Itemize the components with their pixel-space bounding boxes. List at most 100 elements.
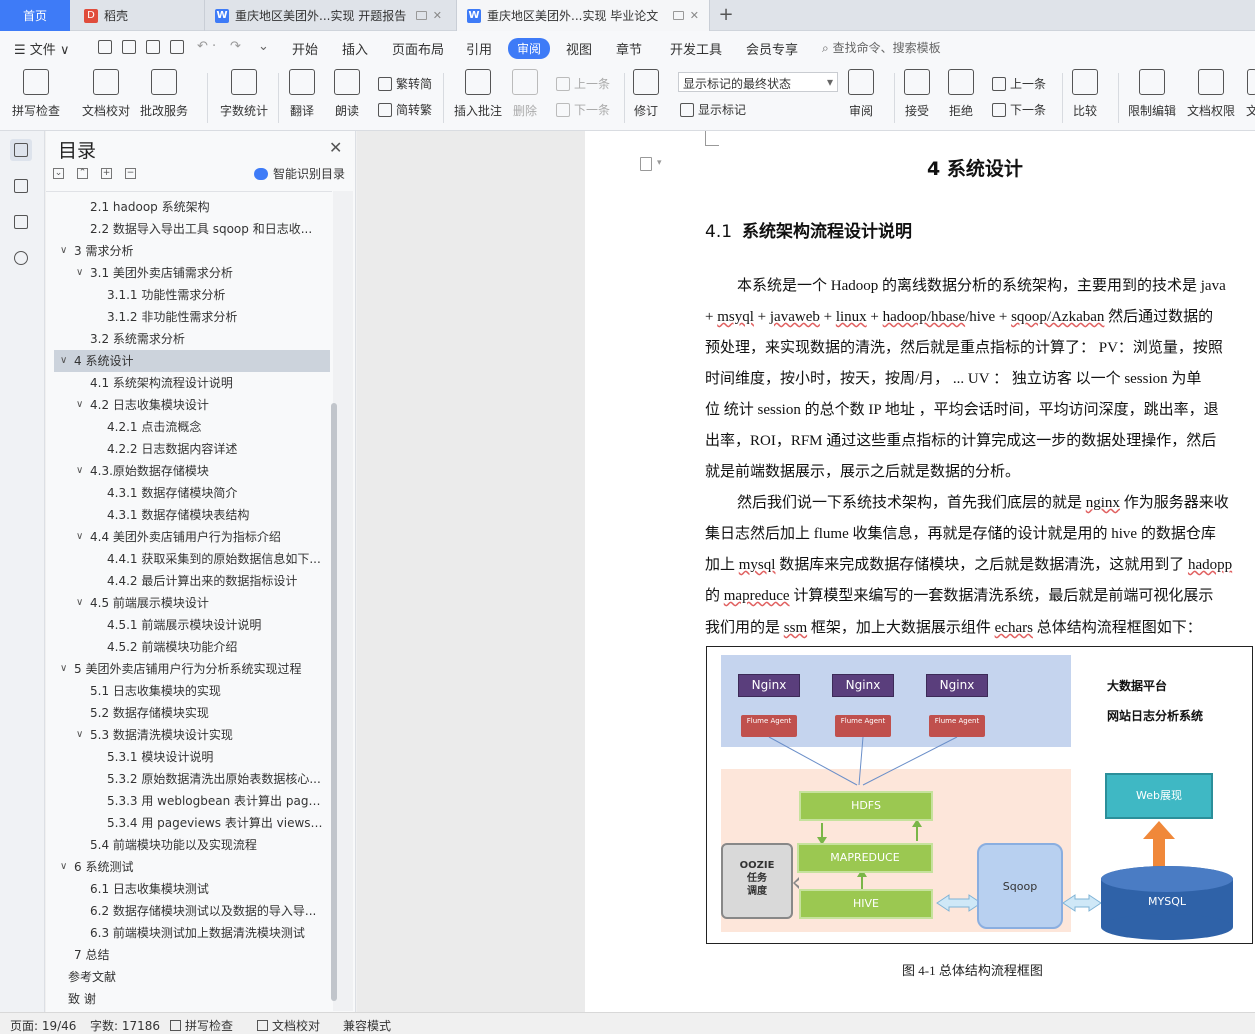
simp-to-trad-button[interactable]: 简转繁 (378, 101, 432, 118)
status-spell-check[interactable]: 拼写检查 (170, 1017, 233, 1034)
toc-item[interactable]: 5.1 日志收集模块的实现 (54, 680, 330, 702)
prev-comment-button[interactable]: 上一条 (556, 75, 610, 92)
menu-dev-tools[interactable]: 开发工具 (670, 39, 722, 58)
reject-button[interactable]: 拒绝 (948, 69, 974, 119)
chevron-down-icon[interactable]: ∨ (76, 394, 83, 416)
tab-thesis[interactable]: W 重庆地区美团外...实现 毕业论文 ✕ (456, 0, 710, 31)
toc-item[interactable]: ∨ 4.2 日志收集模块设计 (54, 394, 330, 416)
doc-proofread-button[interactable]: 文档校对 (82, 69, 130, 119)
file-menu[interactable]: ☰ 文件 ∨ (14, 39, 69, 58)
accept-button[interactable]: 接受 (904, 69, 930, 119)
toc-item[interactable]: 4.4.1 获取采集到的原始数据信息如下... (54, 548, 330, 570)
redo-icon[interactable]: ↷ (230, 39, 241, 54)
toc-item[interactable]: 5.4 前端模块功能以及实现流程 (54, 834, 330, 856)
toc-item[interactable]: 4.3.1 数据存储模块表结构 (54, 504, 330, 526)
more-button[interactable]: 文 (1246, 69, 1255, 119)
tab-home[interactable]: 首页 (0, 0, 70, 31)
doc-permission-button[interactable]: 文档权限 (1187, 69, 1235, 119)
toc-item[interactable]: 3.2 系统需求分析 (54, 328, 330, 350)
menu-member[interactable]: 会员专享 (746, 39, 798, 58)
menu-insert[interactable]: 插入 (342, 39, 368, 58)
remove-heading-icon[interactable]: − (125, 168, 136, 179)
toc-item[interactable]: ∨ 4.3.原始数据存储模块 (54, 460, 330, 482)
toc-item[interactable]: 4.5.2 前端模块功能介绍 (54, 636, 330, 658)
add-heading-icon[interactable]: + (101, 168, 112, 179)
expand-all-icon[interactable]: ⌃ (77, 168, 88, 179)
save-icon[interactable] (98, 40, 112, 54)
next-comment-button[interactable]: 下一条 (556, 101, 610, 118)
toc-item[interactable]: 2.2 数据导入导出工具 sqoop 和日志收... (54, 218, 330, 240)
chevron-down-icon[interactable]: ▾ (657, 158, 662, 168)
close-icon[interactable]: ✕ (433, 9, 442, 22)
prev-change-button[interactable]: 上一条 (992, 75, 1046, 92)
chevron-down-icon[interactable]: ∨ (60, 350, 67, 372)
restrict-edit-button[interactable]: 限制编辑 (1128, 69, 1176, 119)
page-indicator[interactable]: 页面: 19/46 (10, 1017, 76, 1034)
trad-to-simp-button[interactable]: 繁转简 (378, 75, 432, 92)
toc-item[interactable]: 致 谢 (54, 988, 330, 1010)
menu-reference[interactable]: 引用 (466, 39, 492, 58)
toc-item[interactable]: ∨ 3.1 美团外卖店铺需求分析 (54, 262, 330, 284)
find-button[interactable] (10, 247, 32, 269)
chevron-down-icon[interactable]: ∨ (76, 460, 83, 482)
toc-item[interactable]: 4.2.1 点击流概念 (54, 416, 330, 438)
print-icon[interactable] (146, 40, 160, 54)
toc-item[interactable]: 4.5.1 前端展示模块设计说明 (54, 614, 330, 636)
new-tab-button[interactable]: + (716, 4, 736, 25)
customize-dropdown-icon[interactable]: ⌄ (258, 39, 269, 54)
menu-review[interactable]: 审阅 (508, 38, 551, 59)
chevron-down-icon[interactable]: ∨ (76, 592, 83, 614)
collapse-all-icon[interactable]: ⌄ (53, 168, 64, 179)
review-pane-button[interactable]: 审阅 (848, 69, 874, 119)
toc-scrollbar-thumb[interactable] (331, 403, 337, 1001)
toc-item[interactable]: 5.3.4 用 pageviews 表计算出 views ... (54, 812, 330, 834)
tab-docer[interactable]: D 稻壳 (74, 0, 200, 31)
command-search[interactable]: ⌕ 查找命令、搜索模板 (822, 39, 941, 56)
chevron-down-icon[interactable]: ∨ (60, 856, 67, 878)
toc-item[interactable]: 4.3.1 数据存储模块简介 (54, 482, 330, 504)
word-count-indicator[interactable]: 字数: 17186 (90, 1017, 160, 1034)
toc-pane-button[interactable] (10, 139, 32, 161)
menu-chapter[interactable]: 章节 (616, 39, 642, 58)
delete-comment-button[interactable]: 删除 (512, 69, 538, 119)
toc-item[interactable]: 4.4.2 最后计算出来的数据指标设计 (54, 570, 330, 592)
toc-item[interactable]: 6.1 日志收集模块测试 (54, 878, 330, 900)
chapter-nav-button[interactable] (10, 175, 32, 197)
toc-item[interactable]: ∨ 4.4 美团外卖店铺用户行为指标介绍 (54, 526, 330, 548)
toc-item[interactable]: 6.3 前端模块测试加上数据清洗模块测试 (54, 922, 330, 944)
chevron-down-icon[interactable]: ∨ (76, 262, 83, 284)
toc-item[interactable]: 5.3.1 模块设计说明 (54, 746, 330, 768)
chevron-down-icon[interactable]: ∨ (76, 526, 83, 548)
next-change-button[interactable]: 下一条 (992, 101, 1046, 118)
chevron-down-icon[interactable]: ∨ (60, 240, 67, 262)
toc-item[interactable]: 5.3.2 原始数据清洗出原始表数据核心... (54, 768, 330, 790)
bookmark-button[interactable] (10, 211, 32, 233)
close-icon[interactable]: ✕ (329, 138, 342, 157)
menu-view[interactable]: 视图 (566, 39, 592, 58)
batch-service-button[interactable]: 批改服务 (140, 69, 188, 119)
toc-item[interactable]: 参考文献 (54, 966, 330, 988)
undo-icon[interactable]: ↶ · (197, 39, 216, 54)
toc-item[interactable]: 2.1 hadoop 系统架构 (54, 196, 330, 218)
markup-state-select[interactable]: 显示标记的最终状态 (678, 72, 838, 92)
toc-item[interactable]: ∨ 4.5 前端展示模块设计 (54, 592, 330, 614)
export-icon[interactable] (122, 40, 136, 54)
toc-item[interactable]: 4.2.2 日志数据内容详述 (54, 438, 330, 460)
show-markup-button[interactable]: 显示标记 (680, 101, 746, 118)
spell-check-button[interactable]: 拼写检查 (12, 69, 60, 119)
toc-item[interactable]: 7 总结 (54, 944, 330, 966)
toc-item[interactable]: 5.3.3 用 weblogbean 表计算出 page... (54, 790, 330, 812)
status-proofread[interactable]: 文档校对 (257, 1017, 320, 1034)
toc-item[interactable]: ∨ 5.3 数据清洗模块设计实现 (54, 724, 330, 746)
toc-item[interactable]: ∨ 6 系统测试 (54, 856, 330, 878)
chevron-down-icon[interactable]: ∨ (60, 658, 67, 680)
read-aloud-button[interactable]: 朗读 (334, 69, 360, 119)
toc-item[interactable]: 3.1.2 非功能性需求分析 (54, 306, 330, 328)
menu-start[interactable]: 开始 (292, 39, 318, 58)
paragraph-options-icon[interactable] (640, 157, 652, 171)
toc-item[interactable]: 4.1 系统架构流程设计说明 (54, 372, 330, 394)
toc-item[interactable]: ∨ 4 系统设计 (54, 350, 330, 372)
toc-item[interactable]: 3.1.1 功能性需求分析 (54, 284, 330, 306)
compare-button[interactable]: 比较 (1072, 69, 1098, 119)
toc-item[interactable]: ∨ 3 需求分析 (54, 240, 330, 262)
